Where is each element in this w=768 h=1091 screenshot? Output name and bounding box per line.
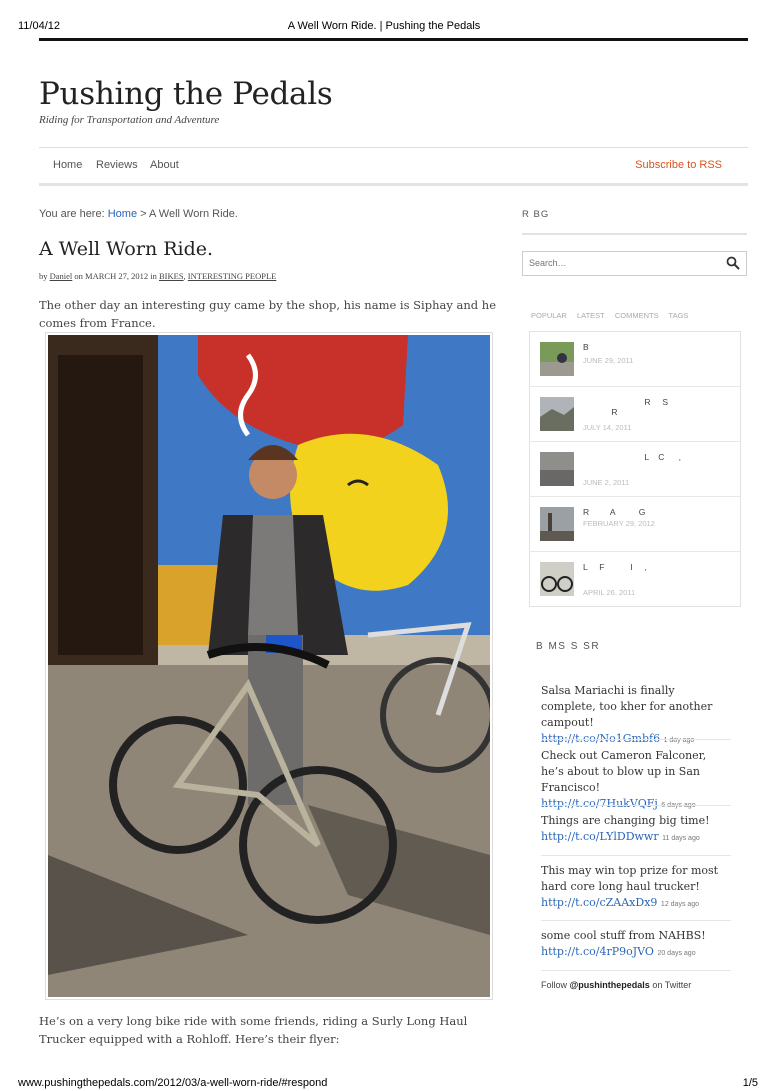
nav-reviews[interactable]: Reviews [96, 159, 138, 171]
tweet-item: some cool stuff from NAHBS! http://t.co/… [541, 928, 731, 962]
post-thumbnail-image[interactable] [540, 397, 574, 431]
list-item[interactable]: L F I , APRIL 26, 2011 [530, 552, 740, 606]
tweet-text: This may win top prize for most hard cor… [541, 864, 719, 893]
site-tagline: Riding for Transportation and Adventure [39, 114, 220, 126]
popular-post-title[interactable]: B [583, 342, 589, 352]
tweet-age: 12 days ago [660, 901, 700, 908]
post-thumbnail-image[interactable] [540, 507, 574, 541]
popular-post-date: JUNE 29, 2011 [583, 356, 634, 365]
nav-home[interactable]: Home [53, 159, 82, 171]
nav-about[interactable]: About [150, 159, 179, 171]
popular-post-date: JUNE 2, 2011 [583, 478, 630, 487]
tweet-link[interactable]: http://t.co/cZAAxDx9 [541, 896, 657, 909]
breadcrumb-current: A Well Worn Ride. [149, 208, 238, 220]
list-item[interactable]: B JUNE 29, 2011 [530, 332, 740, 387]
top-divider [39, 38, 748, 41]
tweet-item: This may win top prize for most hard cor… [541, 863, 731, 913]
sidebar-heading-rss: R BG [522, 209, 550, 220]
post-date: MARCH 27, 2012 [85, 271, 149, 281]
breadcrumb-prefix: You are here: [39, 208, 105, 220]
post-photo[interactable] [45, 332, 493, 1000]
tweet-divider [541, 805, 731, 806]
twitter-handle-link[interactable]: @pushinthepedals [570, 980, 650, 990]
tab-tags[interactable]: TAGS [669, 311, 689, 320]
tweet-link[interactable]: http://t.co/LYlDDwwr [541, 830, 659, 843]
print-page-number: 1/5 [742, 1077, 758, 1089]
tweet-divider [541, 920, 731, 921]
list-item[interactable]: L C , JUNE 2, 2011 [530, 442, 740, 497]
category-interesting-people-link[interactable]: INTERESTING PEOPLE [188, 271, 277, 281]
popular-post-date: JULY 14, 2011 [583, 423, 632, 432]
popular-post-date: APRIL 26, 2011 [583, 588, 636, 597]
tweet-text: some cool stuff from NAHBS! [541, 929, 706, 942]
search-box[interactable] [522, 251, 747, 276]
list-item[interactable]: R A G FEBRUARY 29, 2012 [530, 497, 740, 552]
popular-post-title[interactable]: L F I , [583, 562, 647, 572]
twitter-follow: Follow @pushinthepedals on Twitter [541, 980, 691, 990]
tweet-age: 11 days ago [662, 835, 700, 842]
post-thumbnail-image[interactable] [540, 452, 574, 486]
popular-post-title[interactable]: R S R [583, 397, 668, 417]
popular-post-title[interactable]: R A G [583, 507, 645, 517]
byline-in: in [150, 271, 157, 281]
post-paragraph-intro: The other day an interesting guy came by… [39, 298, 496, 330]
sidebar-divider [522, 233, 747, 235]
tab-latest[interactable]: LATEST [577, 311, 605, 320]
breadcrumb-separator: > [140, 208, 147, 220]
tweet-divider [541, 739, 731, 740]
twitter-heading: B MS S SR [536, 641, 601, 652]
tweet-item: Things are changing big time! http://t.c… [541, 813, 731, 847]
tweet-age: 20 days ago [657, 950, 696, 957]
byline-on: on [74, 271, 83, 281]
list-item[interactable]: R S R JULY 14, 2011 [530, 387, 740, 442]
tweet-text: Check out Cameron Falconer, he’s about t… [541, 749, 707, 794]
post-thumbnail-image[interactable] [540, 562, 574, 596]
breadcrumb-home-link[interactable]: Home [108, 208, 137, 220]
search-icon[interactable] [726, 256, 740, 275]
tweet-divider [541, 855, 731, 856]
popular-post-title[interactable]: L C , [583, 452, 681, 462]
breadcrumb: You are here: Home > A Well Worn Ride. [39, 208, 238, 220]
sidebar-tabs: POPULAR LATEST COMMENTS TAGS [531, 311, 696, 320]
site-title[interactable]: Pushing the Pedals [39, 76, 333, 112]
popular-post-date: FEBRUARY 29, 2012 [583, 519, 655, 528]
follow-prefix: Follow [541, 980, 568, 990]
follow-suffix: on Twitter [652, 980, 692, 990]
tweet-text: Salsa Mariachi is finally complete, too … [541, 684, 713, 729]
print-page-title: A Well Worn Ride. | Pushing the Pedals [287, 20, 481, 32]
cyclist-photo-image [48, 335, 490, 997]
tweet-divider [541, 970, 731, 971]
category-bikes-link[interactable]: BIKES [159, 271, 184, 281]
post-title[interactable]: A Well Worn Ride. [39, 238, 213, 260]
subscribe-rss-link[interactable]: Subscribe to RSS [635, 159, 722, 171]
byline-by: by [39, 271, 48, 281]
byline-comma: , [183, 271, 186, 281]
author-link[interactable]: Daniel [50, 271, 73, 281]
tab-popular[interactable]: POPULAR [531, 311, 567, 320]
post-paragraph-flyer: He’s on a very long bike ride with some … [39, 1014, 468, 1046]
popular-posts-list: B JUNE 29, 2011 R S R JULY 14, 2011 L C … [529, 331, 741, 607]
tweet-text: Things are changing big time! [541, 814, 710, 827]
tab-comments[interactable]: COMMENTS [615, 311, 659, 320]
main-nav: Home Reviews About Subscribe to RSS [39, 147, 748, 186]
tweet-link[interactable]: http://t.co/7HukVQFj [541, 797, 658, 810]
print-url: www.pushingthepedals.com/2012/03/a-well-… [18, 1077, 328, 1089]
post-byline: by Daniel on MARCH 27, 2012 in BIKES, IN… [39, 271, 276, 281]
search-input[interactable] [529, 258, 719, 268]
post-thumbnail-image[interactable] [540, 342, 574, 376]
tweet-link[interactable]: http://t.co/4rP9oJVO [541, 945, 654, 958]
